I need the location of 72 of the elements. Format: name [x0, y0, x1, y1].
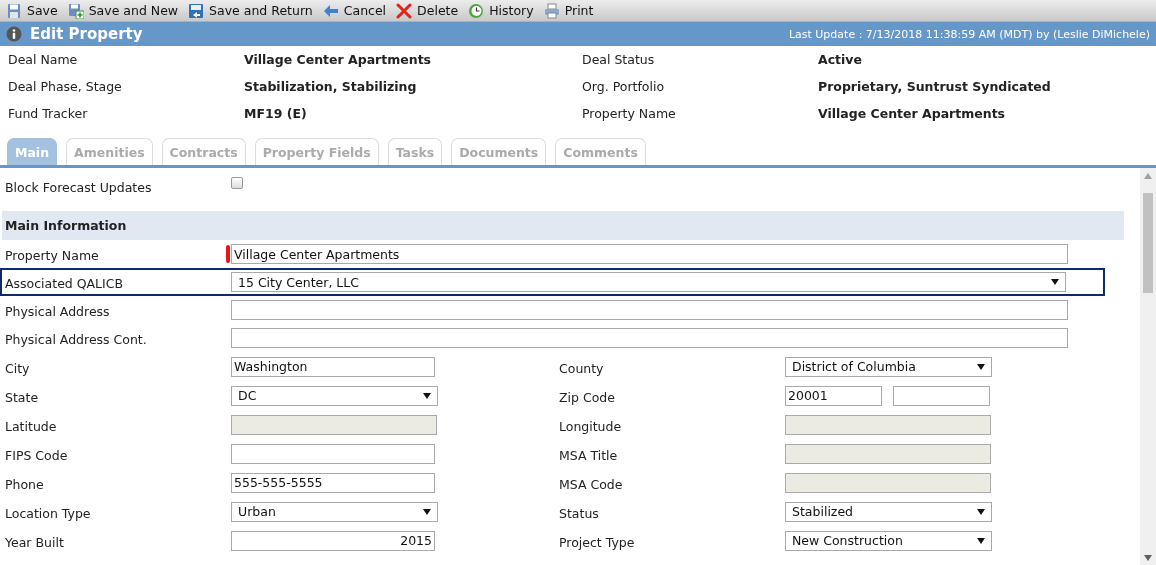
zip-field[interactable]: 20001 — [785, 385, 882, 406]
field-label: County — [559, 359, 605, 376]
caret-icon — [977, 508, 985, 515]
printer-icon — [543, 2, 560, 19]
summary-label: Org. Portfolio — [582, 79, 666, 94]
scrollbar[interactable] — [1140, 168, 1156, 565]
field-label: Zip Code — [559, 388, 616, 405]
section-header: Main Information — [2, 211, 1124, 240]
summary-value: Active — [818, 52, 863, 67]
field-label: Physical Address Cont. — [5, 331, 148, 347]
summary-label: Fund Tracker — [8, 106, 89, 121]
toolbar-button[interactable]: Delete — [396, 2, 459, 19]
text-field[interactable] — [231, 328, 1068, 348]
caret-icon — [423, 392, 431, 399]
dropdown[interactable]: Stabilized — [785, 501, 992, 522]
field-label: Status — [559, 504, 600, 521]
field-label: State — [5, 388, 40, 405]
scroll-up-icon[interactable] — [1144, 173, 1152, 179]
text-field[interactable] — [231, 300, 1068, 320]
text-field[interactable]: Village Center Apartments — [231, 244, 1068, 264]
summary-label: Deal Phase, Stage — [8, 79, 123, 94]
field-label: Property Name — [5, 247, 100, 263]
dropdown[interactable]: Urban — [231, 501, 438, 522]
info-icon — [6, 26, 22, 42]
field-label: City — [5, 359, 31, 376]
field-label: Physical Address — [5, 303, 111, 319]
last-update-text: Last Update : 7/13/2018 11:38:59 AM (MDT) by (Leslie DiMichele) — [788, 27, 1150, 41]
summary-label: Deal Status — [582, 52, 656, 67]
text-field[interactable] — [231, 443, 435, 464]
toolbar-button[interactable]: Save and Return — [188, 2, 313, 19]
field-label: Latitude — [5, 417, 58, 434]
dropdown[interactable]: District of Columbia — [785, 356, 992, 377]
field-label: Phone — [5, 475, 45, 492]
caret-icon — [977, 537, 985, 544]
text-field[interactable]: Washington — [231, 356, 435, 377]
toolbar-button[interactable]: History — [468, 2, 534, 19]
toolbar-button[interactable]: Print — [543, 2, 594, 19]
summary-value: Village Center Apartments — [818, 106, 1007, 121]
checkbox[interactable] — [231, 177, 243, 189]
scrollbar-thumb[interactable] — [1143, 193, 1153, 293]
summary-label: Deal Name — [8, 52, 79, 67]
dropdown[interactable]: New Construction — [785, 530, 992, 551]
field-label: Block Forecast Updates — [5, 179, 153, 195]
summary-value: Village Center Apartments — [244, 52, 433, 67]
field-label: MSA Code — [559, 475, 624, 492]
summary-value: Proprietary, Suntrust Syndicated — [818, 79, 1052, 94]
toolbar-button[interactable]: Save and New — [67, 2, 179, 19]
zip-extension-field[interactable] — [893, 385, 990, 406]
number-field[interactable]: 2015 — [231, 530, 435, 551]
clock-icon — [468, 2, 485, 19]
toolbar-button[interactable]: Save — [6, 2, 58, 19]
field-label: Project Type — [559, 533, 636, 550]
summary-value: Stabilization, Stabilizing — [244, 79, 418, 94]
close-icon — [396, 2, 413, 19]
field-label: FIPS Code — [5, 446, 69, 463]
caret-icon — [977, 363, 985, 370]
field-label: Location Type — [5, 504, 92, 521]
field-label: Longitude — [559, 417, 623, 434]
scroll-down-icon[interactable] — [1144, 555, 1152, 561]
field-label: Year Built — [5, 533, 65, 550]
dropdown[interactable]: DC — [231, 385, 438, 406]
dropdown[interactable]: 15 City Center, LLC — [231, 272, 1066, 292]
toolbar-button[interactable]: Cancel — [322, 2, 387, 19]
summary-label: Property Name — [582, 106, 677, 121]
text-field[interactable]: 555-555-5555 — [231, 472, 435, 493]
field-label: Associated QALICB — [5, 275, 125, 291]
field-label: MSA Title — [559, 446, 619, 463]
page-title: Edit Property — [30, 25, 143, 43]
summary-value: MF19 (E) — [244, 106, 308, 121]
caret-icon — [423, 508, 431, 515]
floppy-plus-icon — [67, 2, 84, 19]
caret-icon — [1051, 279, 1059, 285]
